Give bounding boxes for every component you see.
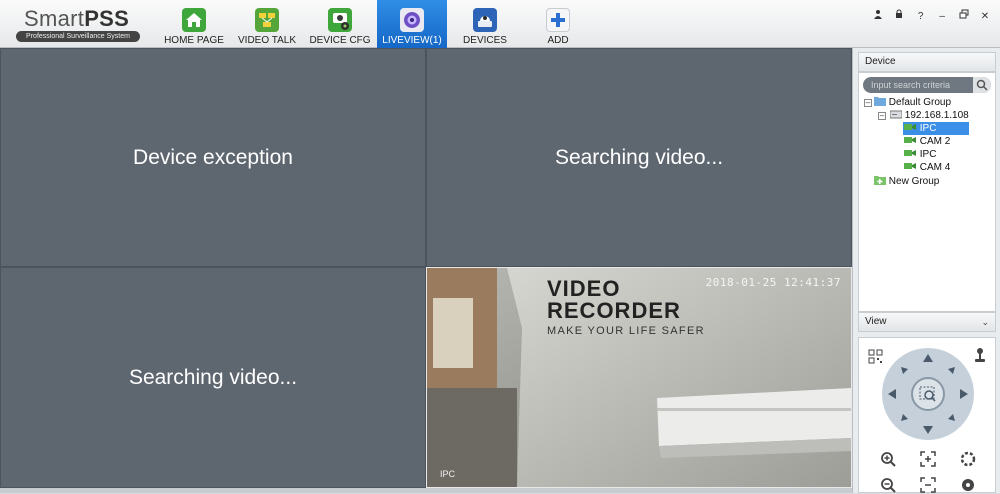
nav-label: ADD [547, 35, 569, 46]
folder-add-icon [874, 176, 886, 185]
camera-icon [904, 150, 916, 156]
tree-node-camera-cam4[interactable]: CAM 4 [903, 161, 950, 174]
device-cfg-icon [328, 8, 352, 32]
ptz-control-panel [858, 337, 996, 493]
ptz-direction-ring[interactable] [882, 348, 974, 440]
zoom-in-icon[interactable] [879, 450, 897, 468]
video-window-3[interactable]: Searching video... [0, 267, 426, 488]
tree-node-camera-ipc[interactable]: IPC [903, 122, 969, 135]
liveview-icon [400, 8, 424, 32]
home-icon [182, 8, 206, 32]
video-window-4[interactable]: VIDEO RECORDER MAKE YOUR LIFE SAFER 2018… [426, 267, 852, 488]
nav-label: LIVEVIEW(1) [382, 35, 442, 46]
iris-open-icon[interactable] [959, 450, 977, 468]
nav-devices[interactable]: DEVICES [451, 0, 519, 48]
tree-node-new-group[interactable]: New Group [874, 175, 939, 188]
feed-camera-label: IPC [440, 469, 456, 479]
zoom-area-icon [919, 386, 936, 402]
tree-node-device[interactable]: 192.168.1.108 [889, 109, 969, 122]
video-status: Device exception [133, 145, 293, 169]
minimize-icon[interactable]: – [935, 11, 949, 23]
help-icon[interactable]: ? [914, 11, 928, 23]
collapse-toggle[interactable]: – [864, 99, 872, 107]
focus-near-icon[interactable] [919, 450, 937, 468]
search-input[interactable] [871, 78, 971, 92]
right-panel: Device – Default Group – 192.168.1.108 I… [852, 48, 1000, 493]
focus-far-icon[interactable] [919, 476, 937, 494]
camera-icon [904, 163, 916, 169]
tree-node-label: New Group [888, 176, 940, 187]
tree-node-default-group[interactable]: Default Group [874, 96, 951, 109]
video-window-2[interactable]: Searching video... [426, 48, 852, 267]
device-header-label: Device [865, 56, 896, 67]
liveview-grid: Device exception Searching video... Sear… [0, 48, 852, 488]
folder-icon [874, 97, 886, 106]
top-bar: SmartPSS Professional Surveillance Syste… [0, 0, 1000, 48]
tree-node-label: Default Group [888, 97, 952, 108]
video-talk-icon [255, 8, 279, 32]
device-tree-box: – Default Group – 192.168.1.108 IPC CAM … [858, 72, 996, 312]
feed-timestamp: 2018-01-25 12:41:37 [705, 276, 841, 289]
smartpss-logo: SmartPSS Professional Surveillance Syste… [14, 4, 142, 42]
nav-label: HOME PAGE [164, 35, 224, 46]
view-panel-header[interactable]: View ⌄ [858, 312, 996, 332]
feed-text-recorder: RECORDER [547, 298, 681, 323]
nav-liveview[interactable]: LIVEVIEW(1) [377, 0, 447, 48]
nav-label: VIDEO TALK [238, 35, 296, 46]
lock-icon[interactable] [892, 9, 906, 21]
nav-device-cfg[interactable]: DEVICE CFG [306, 0, 374, 48]
window-controls: ? – ✕ [868, 6, 992, 22]
tree-node-label: IPC [919, 149, 937, 160]
logo-subtitle: Professional Surveillance System [16, 31, 140, 42]
tree-node-camera-ipc-2[interactable]: IPC [903, 148, 936, 161]
camera-icon [904, 124, 916, 130]
restore-icon[interactable] [957, 9, 971, 21]
nav-home-page[interactable]: HOME PAGE [160, 0, 228, 48]
logo-title: SmartPSS [24, 6, 130, 31]
iris-close-icon[interactable] [959, 476, 977, 494]
tree-node-camera-cam2[interactable]: CAM 2 [903, 135, 950, 148]
close-icon[interactable]: ✕ [978, 11, 992, 23]
video-window-1[interactable]: Device exception [0, 48, 426, 267]
video-status: Searching video... [128, 365, 298, 389]
add-icon [546, 8, 570, 32]
collapse-toggle[interactable]: – [878, 112, 886, 120]
nav-add[interactable]: ADD [524, 0, 592, 48]
chevron-down-icon: ⌄ [981, 317, 989, 327]
view-header-label: View [865, 316, 887, 327]
video-status: Searching video... [554, 145, 724, 169]
search-box [863, 77, 991, 93]
tree-node-label: IPC [919, 123, 937, 134]
search-button[interactable] [973, 77, 991, 93]
user-icon[interactable] [871, 9, 885, 21]
ptz-center-button[interactable] [911, 377, 945, 411]
nav-label: DEVICE CFG [309, 35, 371, 46]
zoom-out-icon[interactable] [879, 476, 897, 494]
dvr-icon [889, 110, 903, 119]
bottom-toolbar [0, 488, 852, 493]
search-icon [976, 79, 988, 91]
tree-node-label: CAM 4 [919, 162, 951, 173]
device-panel-header[interactable]: Device [858, 52, 996, 72]
nav-label: DEVICES [463, 35, 507, 46]
devices-icon [473, 8, 497, 32]
camera-icon [904, 137, 916, 143]
feed-text-slogan: MAKE YOUR LIFE SAFER [547, 325, 705, 337]
nav-video-talk[interactable]: VIDEO TALK [233, 0, 301, 48]
tree-node-label: 192.168.1.108 [904, 110, 969, 121]
tree-node-label: CAM 2 [919, 136, 951, 147]
